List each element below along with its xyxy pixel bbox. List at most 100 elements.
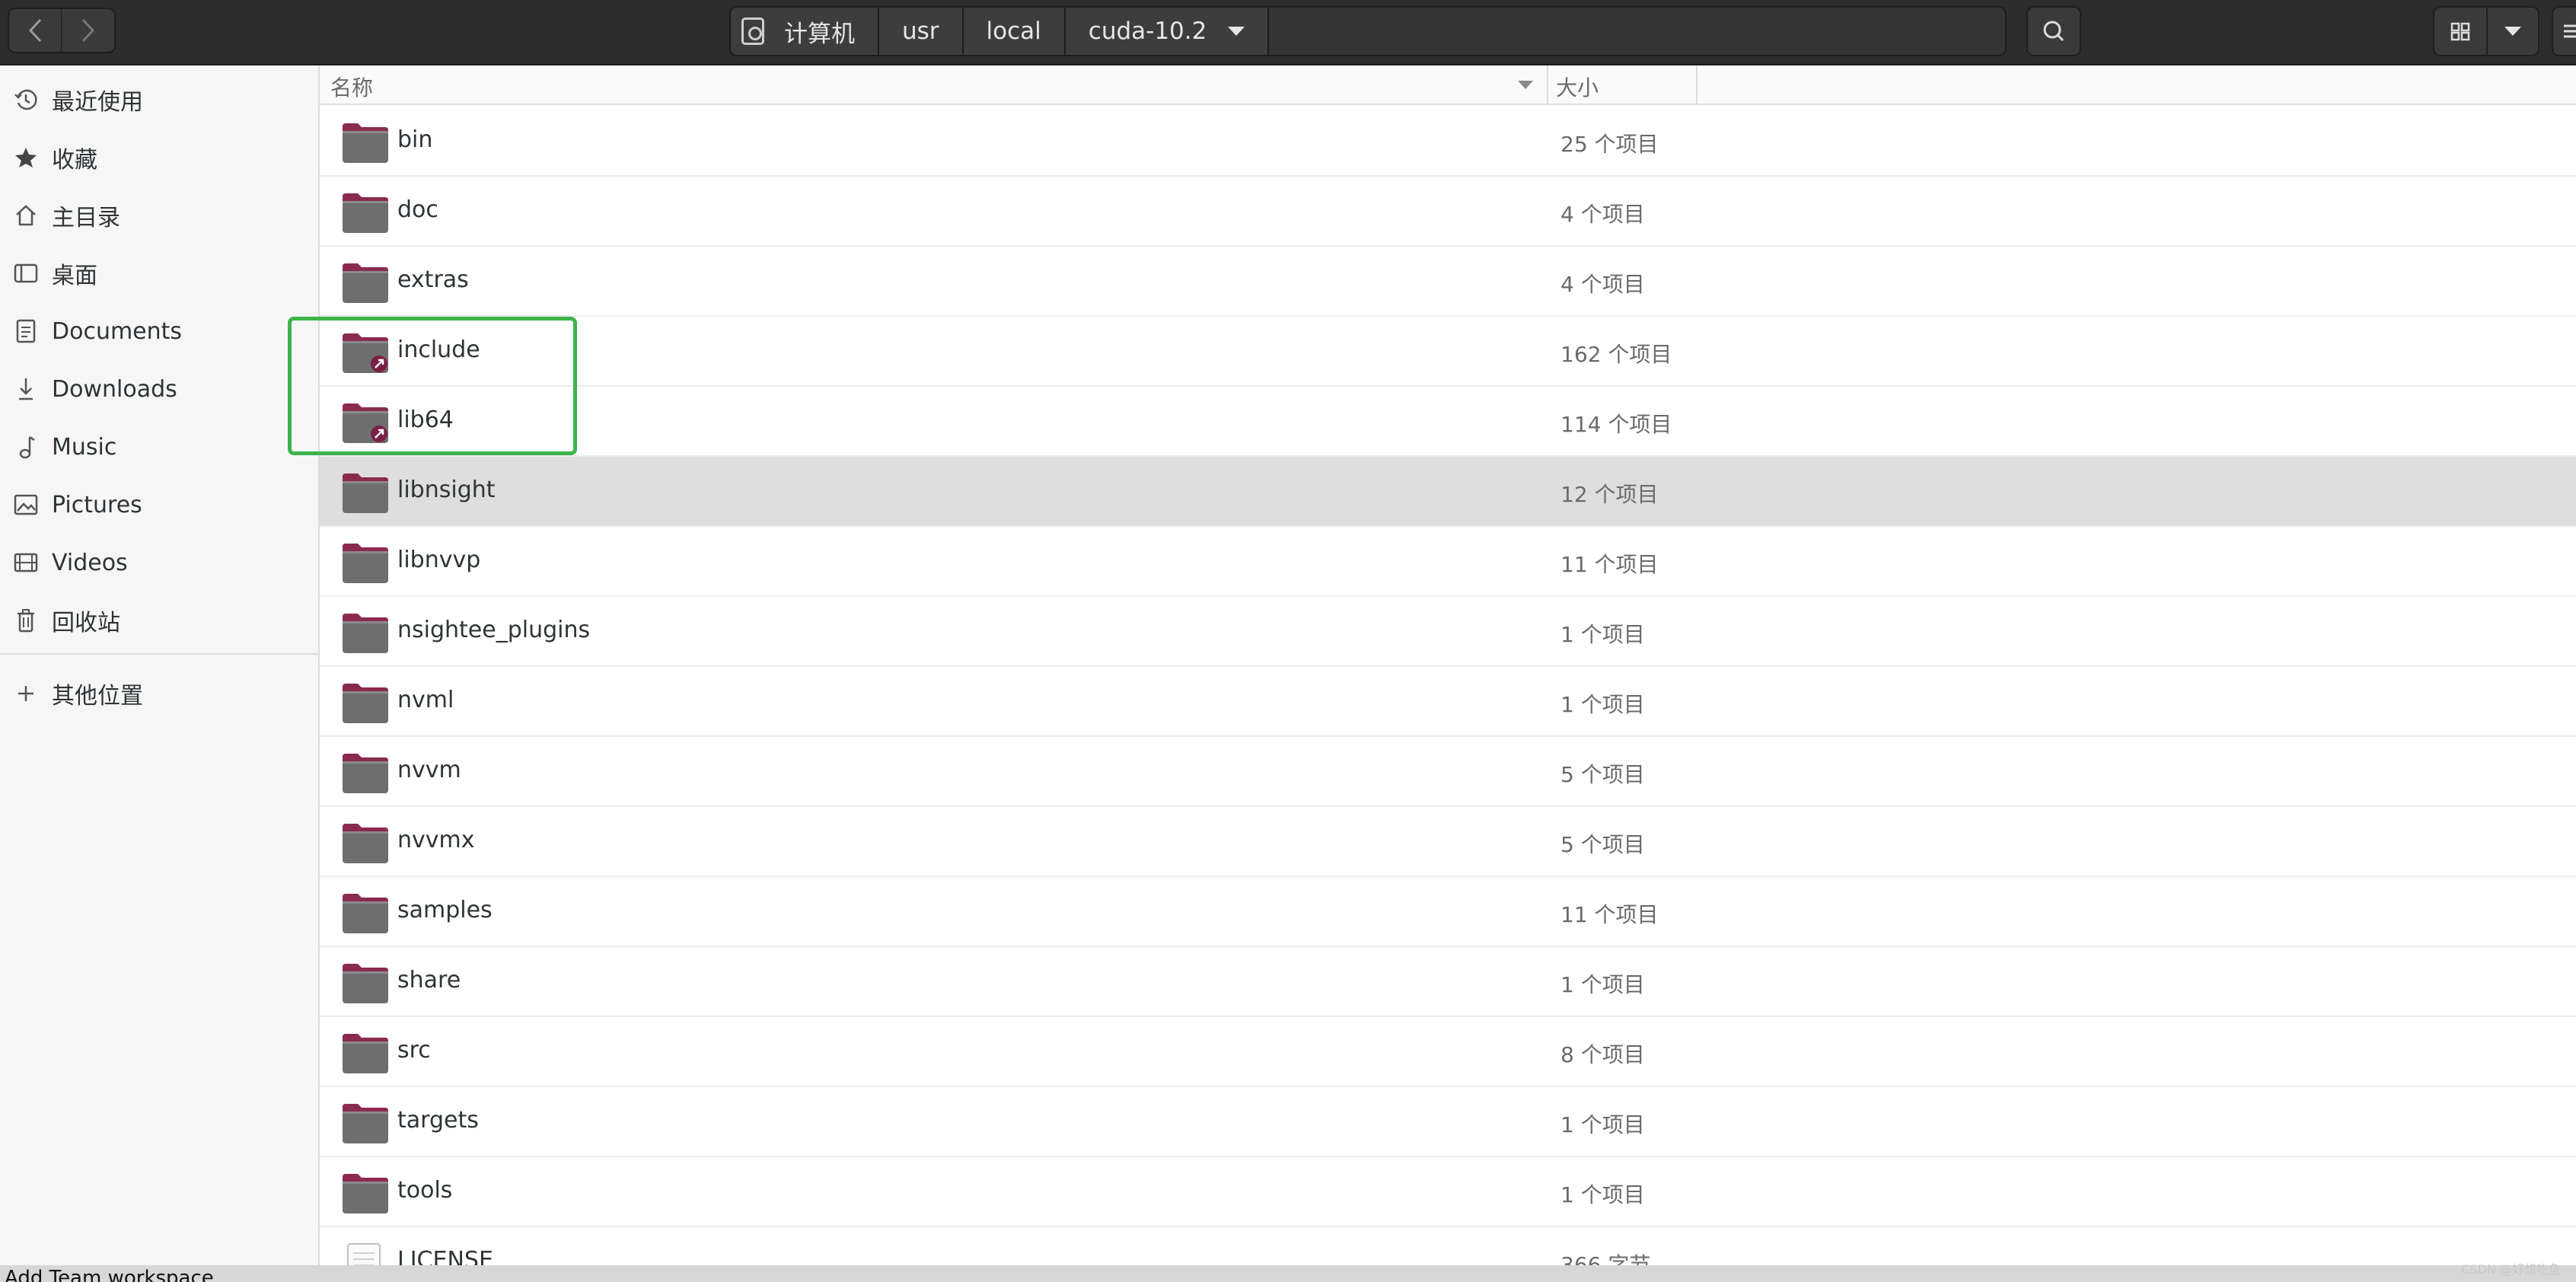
- breadcrumb-local[interactable]: local: [963, 8, 1066, 55]
- column-divider[interactable]: [1696, 65, 1698, 105]
- download-icon: [19, 378, 33, 400]
- file-name: targets: [397, 1107, 479, 1134]
- sidebar-item-other-locations[interactable]: 其他位置: [0, 667, 318, 720]
- chevron-left-icon: [28, 18, 42, 43]
- forward-button[interactable]: [61, 8, 116, 53]
- sidebar-item-label: 主目录: [52, 205, 120, 231]
- file-list-view: 名称 大小 bin 25 个项目 doc 4 个项目 extras 4 个项目 includ…: [320, 65, 2576, 1268]
- folder-icon: [341, 892, 390, 941]
- file-name: samples: [397, 897, 493, 923]
- sidebar-item-label: 回收站: [52, 610, 120, 636]
- column-divider[interactable]: [1547, 65, 1548, 105]
- watermark: CSDN @好想吃鱼: [2461, 1262, 2561, 1277]
- sidebar-item-label: Music: [52, 433, 117, 461]
- plus-icon: [18, 686, 33, 701]
- file-size: 1 个项目: [1561, 972, 1645, 997]
- folder-icon: [341, 542, 390, 591]
- sidebar-item-label: 最近使用: [52, 89, 143, 116]
- drive-icon: [741, 18, 764, 45]
- file-row[interactable]: nsightee_plugins 1 个项目: [320, 597, 2576, 667]
- folder-icon: [341, 122, 390, 171]
- file-row[interactable]: src 8 个项目: [320, 1017, 2576, 1087]
- sidebar-item-label: Pictures: [52, 491, 142, 518]
- file-name: bin: [397, 126, 433, 153]
- column-header-size[interactable]: 大小: [1556, 72, 1599, 102]
- file-name: doc: [397, 196, 438, 223]
- folder-icon: [341, 682, 390, 731]
- document-icon: [16, 319, 36, 343]
- search-icon: [2043, 21, 2064, 42]
- sidebar-item-label: Videos: [52, 549, 128, 576]
- file-row[interactable]: samples 11 个项目: [320, 877, 2576, 947]
- main-menu-button[interactable]: [2552, 6, 2576, 56]
- view-options-button[interactable]: [2486, 6, 2539, 56]
- file-row[interactable]: targets 1 个项目: [320, 1087, 2576, 1157]
- sidebar-item-trash[interactable]: 回收站: [0, 594, 318, 647]
- music-icon: [19, 435, 35, 459]
- breadcrumb-computer[interactable]: 计算机: [731, 8, 879, 55]
- file-name: tools: [397, 1177, 453, 1204]
- trash-icon: [18, 609, 34, 633]
- file-name: share: [397, 967, 461, 993]
- sort-descending-icon: [1518, 81, 1533, 89]
- sidebar-item-videos[interactable]: Videos: [0, 536, 318, 589]
- file-row[interactable]: libnvvp 11 个项目: [320, 527, 2576, 597]
- back-button[interactable]: [8, 8, 62, 53]
- file-row[interactable]: include 162 个项目: [320, 317, 2576, 387]
- column-header-name[interactable]: 名称: [330, 72, 373, 102]
- search-button[interactable]: [2026, 6, 2081, 56]
- path-bar: 计算机 usr local cuda-10.2: [729, 6, 2007, 56]
- grid-view-button[interactable]: [2433, 6, 2488, 56]
- folder-icon: [341, 262, 390, 311]
- header-bar: 计算机 usr local cuda-10.2: [0, 0, 2576, 65]
- clock-icon: [14, 89, 37, 110]
- file-row[interactable]: libnsight 12 个项目: [320, 457, 2576, 527]
- breadcrumb-current[interactable]: cuda-10.2: [1065, 8, 1270, 55]
- file-size: 4 个项目: [1561, 272, 1645, 297]
- breadcrumb-label: cuda-10.2: [1088, 18, 1207, 45]
- sidebar-item-recent[interactable]: 最近使用: [0, 73, 318, 126]
- home-icon: [16, 205, 36, 226]
- file-row[interactable]: share 1 个项目: [320, 947, 2576, 1017]
- file-name: nvvmx: [397, 827, 475, 853]
- breadcrumb-usr[interactable]: usr: [879, 8, 964, 55]
- picture-icon: [14, 494, 38, 515]
- breadcrumb-label: 计算机: [784, 20, 855, 48]
- desktop-icon: [14, 263, 38, 283]
- sidebar-item-home[interactable]: 主目录: [0, 189, 318, 242]
- status-bar: Add Team workspace: [0, 1265, 2576, 1282]
- file-name: libnsight: [397, 477, 496, 503]
- file-row[interactable]: bin 25 个项目: [320, 107, 2576, 177]
- file-size: 25 个项目: [1561, 132, 1659, 157]
- sidebar-item-desktop[interactable]: 桌面: [0, 247, 318, 300]
- file-size: 11 个项目: [1561, 552, 1659, 577]
- video-icon: [14, 553, 38, 572]
- file-row[interactable]: extras 4 个项目: [320, 247, 2576, 317]
- folder-icon: [341, 192, 390, 241]
- file-row[interactable]: nvvmx 5 个项目: [320, 807, 2576, 877]
- folder-icon: [341, 752, 390, 801]
- file-row[interactable]: LICENSE 366 字节: [320, 1227, 2576, 1268]
- file-row[interactable]: nvvm 5 个项目: [320, 737, 2576, 807]
- folder-icon: [341, 1172, 390, 1221]
- file-name: nsightee_plugins: [397, 617, 591, 643]
- file-row[interactable]: lib64 114 个项目: [320, 387, 2576, 457]
- folder-icon: [341, 472, 390, 521]
- sidebar-item-documents[interactable]: Documents: [0, 305, 318, 358]
- caret-down-icon: [2504, 27, 2521, 36]
- file-row[interactable]: tools 1 个项目: [320, 1157, 2576, 1227]
- file-name: libnvvp: [397, 547, 481, 573]
- sidebar: 最近使用 收藏 主目录 桌面 Documents Downloads Music…: [0, 65, 320, 1268]
- sidebar-item-pictures[interactable]: Pictures: [0, 478, 318, 531]
- sidebar-item-downloads[interactable]: Downloads: [0, 362, 318, 416]
- status-text: Add Team workspace: [5, 1267, 214, 1282]
- sidebar-item-music[interactable]: Music: [0, 420, 318, 474]
- sidebar-item-label: Downloads: [52, 375, 177, 403]
- grid-icon: [2450, 22, 2470, 41]
- file-size: 1 个项目: [1561, 1112, 1645, 1137]
- file-size: 1 个项目: [1561, 692, 1645, 717]
- file-row[interactable]: doc 4 个项目: [320, 177, 2576, 247]
- file-row[interactable]: nvml 1 个项目: [320, 667, 2576, 737]
- sidebar-item-label: 其他位置: [52, 683, 143, 710]
- sidebar-item-starred[interactable]: 收藏: [0, 131, 318, 184]
